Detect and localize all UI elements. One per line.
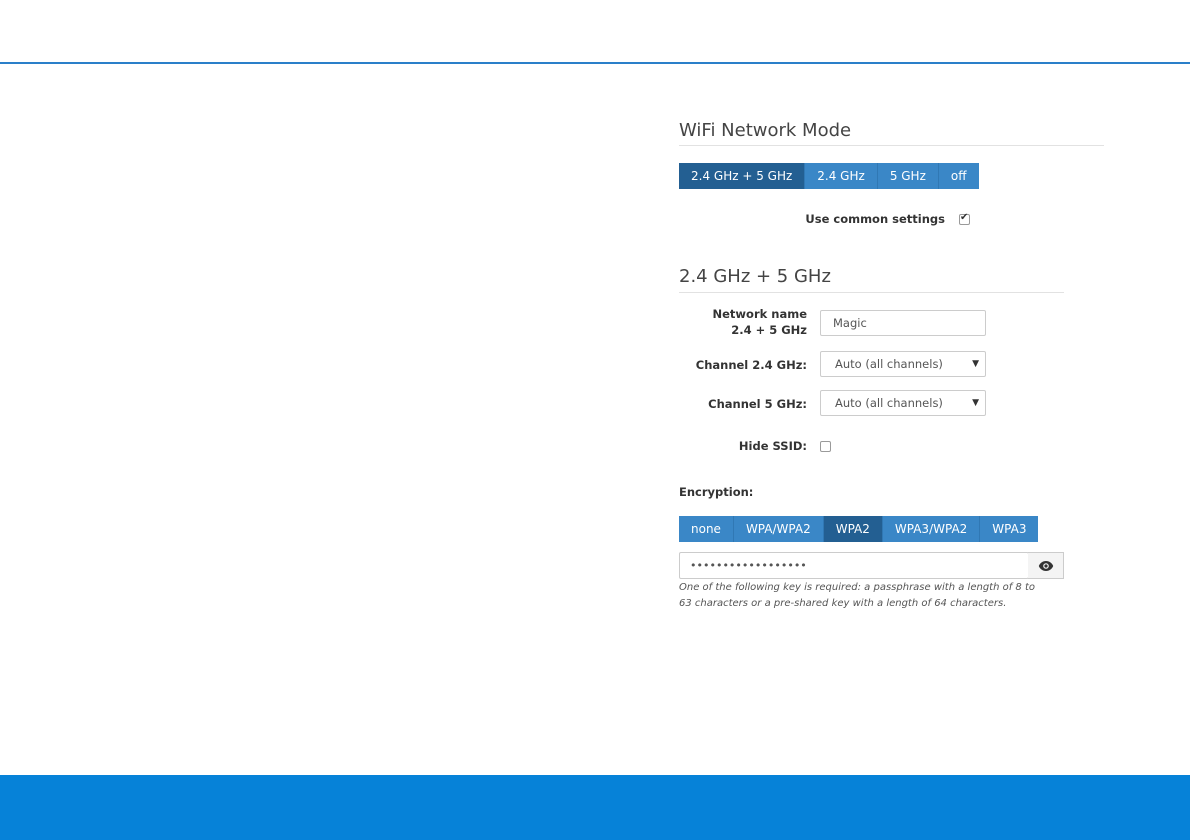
wifi-mode-24-button[interactable]: 2.4 GHz: [805, 163, 878, 189]
channel-5-select[interactable]: Auto (all channels) ▼: [820, 390, 986, 416]
band-section-divider: [679, 292, 1064, 293]
wifi-mode-title: WiFi Network Mode: [679, 120, 852, 141]
encryption-wpa2-button[interactable]: WPA2: [823, 516, 883, 542]
hide-ssid-checkbox[interactable]: [820, 441, 831, 452]
channel-24-value: Auto (all channels): [835, 357, 943, 371]
channel-24-select[interactable]: Auto (all channels) ▼: [820, 351, 986, 377]
wifi-mode-both-button[interactable]: 2.4 GHz + 5 GHz: [679, 163, 806, 189]
channel-5-label: Channel 5 GHz:: [708, 397, 807, 411]
chevron-down-icon: ▼: [972, 398, 979, 408]
network-name-input[interactable]: Magic: [820, 310, 986, 336]
band-section-title: 2.4 GHz + 5 GHz: [679, 266, 831, 287]
encryption-wpa3-button[interactable]: WPA3: [980, 516, 1039, 542]
common-settings-checkbox[interactable]: [959, 212, 970, 225]
show-password-button[interactable]: [1028, 552, 1064, 579]
wifi-mode-off-button[interactable]: off: [938, 163, 979, 189]
footer-bar: [0, 775, 1190, 840]
channel-5-value: Auto (all channels): [835, 396, 943, 410]
encryption-wpa-wpa2-button[interactable]: WPA/WPA2: [733, 516, 824, 542]
header-divider: [0, 62, 1190, 64]
wifi-mode-divider: [679, 145, 1104, 146]
wifi-mode-5-button[interactable]: 5 GHz: [877, 163, 939, 189]
chevron-down-icon: ▼: [972, 359, 979, 369]
encryption-wpa3-wpa2-button[interactable]: WPA3/WPA2: [882, 516, 981, 542]
wifi-mode-button-group: 2.4 GHz + 5 GHz 2.4 GHz 5 GHz off: [679, 163, 979, 189]
encryption-label: Encryption:: [679, 485, 754, 499]
hide-ssid-label: Hide SSID:: [738, 439, 807, 453]
eye-icon: [1038, 561, 1053, 571]
encryption-none-button[interactable]: none: [679, 516, 734, 542]
common-settings-label: Use common settings: [805, 212, 945, 226]
password-help-text: One of the following key is required: a …: [679, 582, 1035, 609]
password-input[interactable]: ••••••••••••••••••: [679, 552, 1029, 579]
channel-24-label: Channel 2.4 GHz:: [695, 358, 807, 372]
encryption-button-group: none WPA/WPA2 WPA2 WPA3/WPA2 WPA3: [679, 516, 1039, 542]
network-name-label: Network name 2.4 + 5 GHz: [712, 307, 808, 337]
